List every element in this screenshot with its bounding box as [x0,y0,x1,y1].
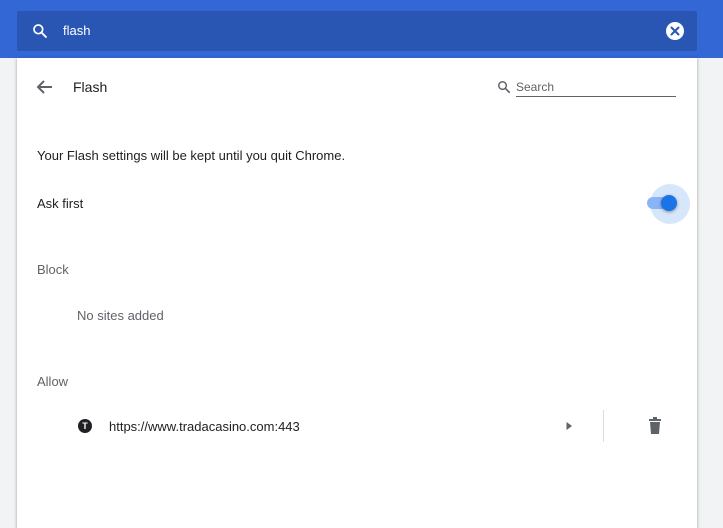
allow-heading: Allow [37,374,69,389]
arrow-back-icon[interactable] [35,77,55,97]
row-divider [603,410,604,442]
subpage-header: Flash [17,58,697,116]
site-favicon: T [78,419,92,433]
subpage-search-input[interactable] [516,78,676,97]
site-favicon-letter: T [82,421,88,431]
subpage-search [497,78,677,100]
search-toolbar: flash [0,0,723,58]
block-heading: Block [37,262,69,277]
block-empty-text: No sites added [77,308,164,323]
close-icon[interactable] [666,22,684,40]
flash-settings-card: Flash Your Flash settings will be kept u… [17,58,697,528]
trash-icon[interactable] [647,417,663,435]
site-url: https://www.tradacasino.com:443 [109,419,300,434]
ask-first-label: Ask first [37,196,84,211]
settings-search-field[interactable]: flash [17,11,697,51]
search-icon [498,81,511,94]
allowed-site-row[interactable]: T https://www.tradacasino.com:443 [17,406,697,446]
ask-first-toggle[interactable] [647,184,690,224]
toggle-knob [661,195,677,211]
page-title: Flash [73,79,108,95]
search-query-text[interactable]: flash [63,23,90,38]
search-icon [33,24,47,38]
arrow-right-icon[interactable] [563,420,575,432]
flash-session-note: Your Flash settings will be kept until y… [37,148,346,163]
